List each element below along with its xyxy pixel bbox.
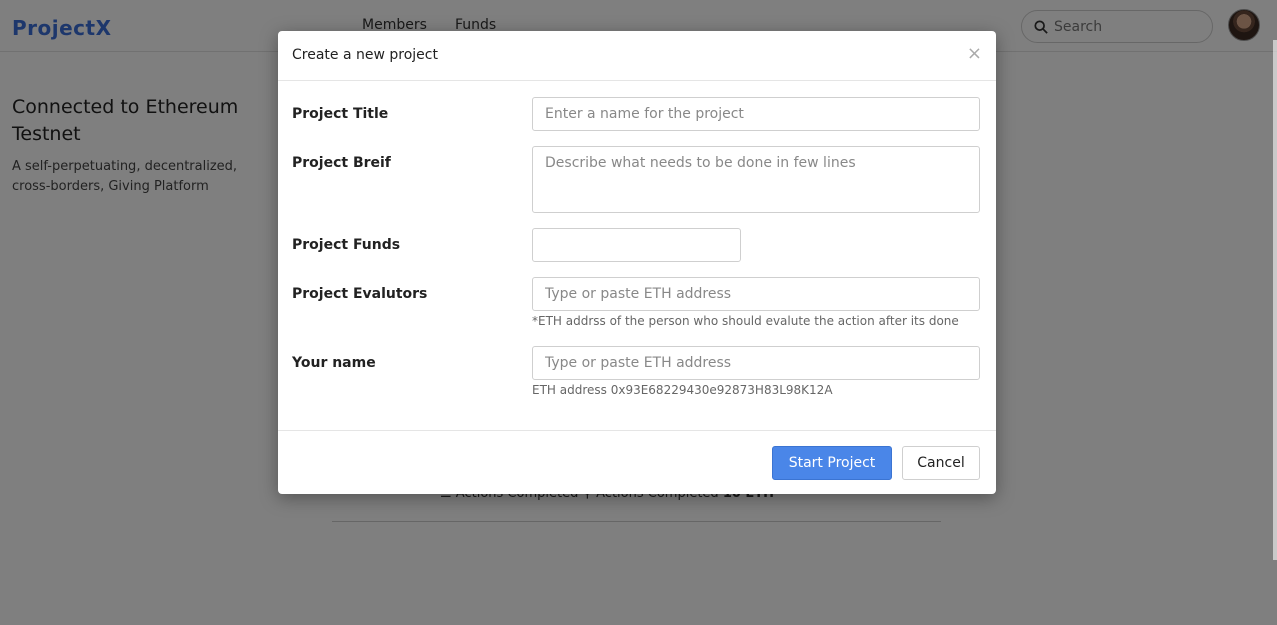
project-evaluators-input[interactable] [532, 277, 980, 311]
modal-footer: Start Project Cancel [278, 430, 996, 494]
project-evaluators-label: Project Evalutors [292, 286, 428, 302]
create-project-modal: Create a new project × Project Title Pro… [278, 31, 996, 494]
close-icon[interactable]: × [967, 43, 982, 64]
your-name-input[interactable] [532, 346, 980, 380]
your-name-label: Your name [292, 355, 376, 371]
project-title-input[interactable] [532, 97, 980, 131]
start-project-button[interactable]: Start Project [772, 446, 892, 480]
scrollbar[interactable] [1273, 40, 1277, 560]
project-funds-label: Project Funds [292, 237, 401, 253]
cancel-button[interactable]: Cancel [902, 446, 980, 480]
modal-header: Create a new project × [278, 31, 996, 81]
eth-address-help-text: ETH address 0x93E68229430e92873H83L98K12… [532, 383, 833, 397]
project-funds-input[interactable] [532, 228, 741, 262]
project-title-label: Project Title [292, 106, 389, 122]
project-brief-input[interactable] [532, 146, 980, 213]
modal-title: Create a new project [292, 47, 438, 63]
evaluators-help-text: *ETH addrss of the person who should eva… [532, 314, 959, 328]
project-brief-label: Project Breif [292, 155, 391, 171]
